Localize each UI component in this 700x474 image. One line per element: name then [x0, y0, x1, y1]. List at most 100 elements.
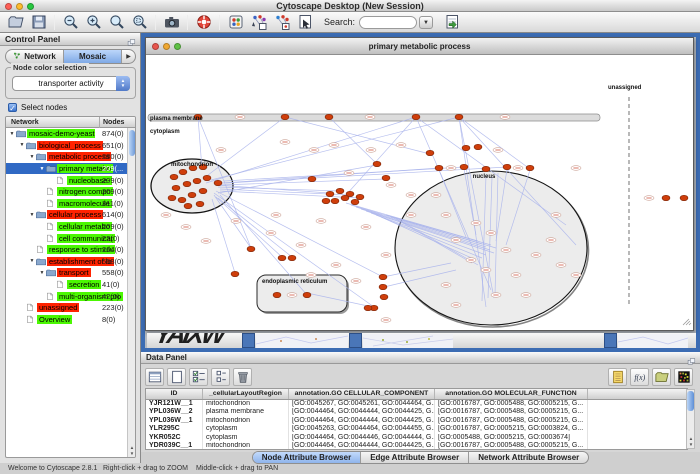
- select-nodes-label: Select nodes: [21, 103, 67, 112]
- expand-triangle-icon[interactable]: ▼: [38, 166, 46, 172]
- tree-col-network: Network: [11, 119, 39, 126]
- snapshot-button[interactable]: [161, 13, 182, 32]
- tree-row-biological-process[interactable]: ▼biological_process651(0): [6, 140, 135, 152]
- tab-mosaic[interactable]: Mosaic: [64, 50, 122, 63]
- tree-row-cell-communicat[interactable]: cell communicat22(0): [6, 232, 135, 244]
- tree-row-nitrogen-compo[interactable]: nitrogen compo209(0): [6, 186, 135, 198]
- expand-triangle-icon[interactable]: ▼: [28, 154, 36, 160]
- tree-row-primary-metabo[interactable]: ▼primary metabo209(...: [6, 163, 135, 175]
- node-color-selection-group: Node color selection transporter activit…: [5, 67, 136, 99]
- file-icon: [56, 176, 66, 185]
- table-row[interactable]: YLR295Ccytoplasm[GO:0045263, GO:0044464,…: [146, 425, 687, 433]
- tree-row-metabolic-process[interactable]: ▼metabolic process280(0): [6, 151, 135, 163]
- select-small-button[interactable]: [211, 368, 230, 386]
- tree-row-nucleobase-[interactable]: nucleobase-209(0): [6, 174, 135, 186]
- zoom-out-icon: [63, 14, 79, 30]
- node-color-dropdown[interactable]: transporter activity ▲▼: [12, 76, 130, 91]
- tree-row-count: 209(0): [102, 222, 124, 231]
- attribute-table[interactable]: ID_cellularLayoutRegionannotation.GO CEL…: [145, 388, 688, 450]
- layout-edges-button[interactable]: [271, 13, 292, 32]
- tree-row-cellular-metabo[interactable]: cellular metabo209(0): [6, 221, 135, 233]
- fx-button[interactable]: f(x): [630, 368, 649, 386]
- tree-row-multi-organism-pro[interactable]: multi-organism pro42(0): [6, 290, 135, 302]
- minimize-frame-icon[interactable]: [163, 43, 170, 50]
- tab-network[interactable]: Network: [6, 50, 64, 63]
- more-tabs-arrow-icon[interactable]: ▶: [122, 50, 135, 63]
- folder-button[interactable]: [652, 368, 671, 386]
- float-data-panel-icon[interactable]: [687, 354, 697, 363]
- import-table-button[interactable]: [441, 13, 462, 32]
- maximize-frame-icon[interactable]: [174, 43, 181, 50]
- tree-row-cellular-process[interactable]: ▼cellular process614(0): [6, 209, 135, 221]
- attribute-table-header[interactable]: ID_cellularLayoutRegionannotation.GO CEL…: [146, 389, 687, 400]
- tree-row-count: 558(0): [102, 268, 124, 277]
- column-header[interactable]: _cellularLayoutRegion: [203, 389, 289, 399]
- tree-row-count: 209(0): [102, 187, 124, 196]
- zoom-selected-button[interactable]: [129, 13, 150, 32]
- network-view-window[interactable]: primary metabolic process plasma membran…: [145, 37, 694, 331]
- zoom-window-icon[interactable]: [27, 3, 34, 10]
- open-button[interactable]: [5, 13, 26, 32]
- tree-row-transport[interactable]: ▼transport558(0): [6, 267, 135, 279]
- expand-triangle-icon[interactable]: ▼: [28, 258, 36, 264]
- table-cell: [GO:0044464, GO:0044446, GO:0044444, G..…: [289, 434, 435, 442]
- close-frame-icon[interactable]: [152, 43, 159, 50]
- import-table-icon: [444, 14, 460, 30]
- dp-table-icon: [148, 370, 162, 384]
- zoom-fit-button[interactable]: [106, 13, 127, 32]
- expand-triangle-icon[interactable]: ▼: [18, 142, 26, 148]
- expand-triangle-icon[interactable]: ▼: [38, 270, 46, 276]
- table-row[interactable]: YKR052Ccytoplasm[GO:0044464, GO:0044446,…: [146, 434, 687, 442]
- file-icon: [46, 222, 56, 231]
- search-input[interactable]: [359, 16, 417, 29]
- expand-triangle-icon[interactable]: ▼: [8, 131, 16, 137]
- table-scrollbar[interactable]: ▲▼: [686, 389, 695, 449]
- table-row[interactable]: YPL036W__2plasma membrane[GO:0044464, GO…: [146, 408, 687, 416]
- expand-triangle-icon[interactable]: ▼: [28, 212, 36, 218]
- search-dropdown-arrow-icon[interactable]: ▼: [419, 16, 433, 29]
- save-button[interactable]: [28, 13, 49, 32]
- table-row[interactable]: YJR121W__1mitochondrion[GO:0045267, GO:0…: [146, 400, 687, 408]
- column-header[interactable]: annotation.GO MOLECULAR_FUNCTION: [435, 389, 588, 399]
- tree-row-establishment-of-lo[interactable]: ▼establishment of lo558(0): [6, 256, 135, 268]
- resize-grip-icon[interactable]: [683, 319, 691, 325]
- trash-button[interactable]: [233, 368, 252, 386]
- float-panel-icon[interactable]: [127, 35, 137, 44]
- tree-row-unassigned[interactable]: unassigned223(0): [6, 302, 135, 314]
- tab-network-attribute-browser[interactable]: Network Attribute Browser: [469, 452, 588, 463]
- close-window-icon[interactable]: [5, 3, 12, 10]
- network-window-titlebar[interactable]: primary metabolic process: [146, 38, 693, 55]
- file-icon: [46, 187, 56, 196]
- network-canvas[interactable]: plasma membranecytoplasmmitochondrionnuc…: [146, 55, 693, 330]
- table-button[interactable]: [145, 368, 164, 386]
- table-cell: YJR121W__1: [146, 400, 203, 408]
- annotation-button[interactable]: [294, 13, 315, 32]
- tab-node-attribute-browser[interactable]: Node Attribute Browser: [253, 452, 362, 463]
- table-row[interactable]: YPL036W__1mitochondrion[GO:0044464, GO:0…: [146, 417, 687, 425]
- zoom-in-button[interactable]: [83, 13, 104, 32]
- layout-nodes-button[interactable]: [248, 13, 269, 32]
- tree-row-mosaic-demo-yeast[interactable]: ▼mosaic-demo-yeast874(0): [6, 128, 135, 140]
- select-nodes-checkbox[interactable]: ✓: [8, 103, 17, 112]
- tree-scrollbar[interactable]: ▲▼: [127, 128, 135, 457]
- zoom-out-button[interactable]: [60, 13, 81, 32]
- dropdown-stepper-icon: ▲▼: [116, 76, 130, 91]
- tab-edge-attribute-browser[interactable]: Edge Attribute Browser: [361, 452, 469, 463]
- column-header[interactable]: annotation.GO CELLULAR_COMPONENT: [289, 389, 435, 399]
- new-button[interactable]: [167, 368, 186, 386]
- table-row[interactable]: YDR039C__1mitochondrion[GO:0044464, GO:0…: [146, 442, 687, 450]
- tree-row-macromolecule[interactable]: macromolecule311(0): [6, 198, 135, 210]
- select-button[interactable]: [189, 368, 208, 386]
- column-header[interactable]: [588, 389, 687, 399]
- vizmapper-button[interactable]: [225, 13, 246, 32]
- status-text: Middle-click + drag to PAN: [196, 465, 278, 472]
- tree-row-response-to-stimulu[interactable]: response to stimulu264(0): [6, 244, 135, 256]
- matrix-button[interactable]: [674, 368, 693, 386]
- notes-button[interactable]: [608, 368, 627, 386]
- help-button[interactable]: [193, 13, 214, 32]
- minimize-window-icon[interactable]: [16, 3, 23, 10]
- column-header[interactable]: ID: [146, 389, 203, 399]
- nucleus-compartment[interactable]: [395, 171, 587, 325]
- tree-row-overview[interactable]: Overview8(0): [6, 314, 135, 326]
- tree-row-secretion[interactable]: secretion41(0): [6, 279, 135, 291]
